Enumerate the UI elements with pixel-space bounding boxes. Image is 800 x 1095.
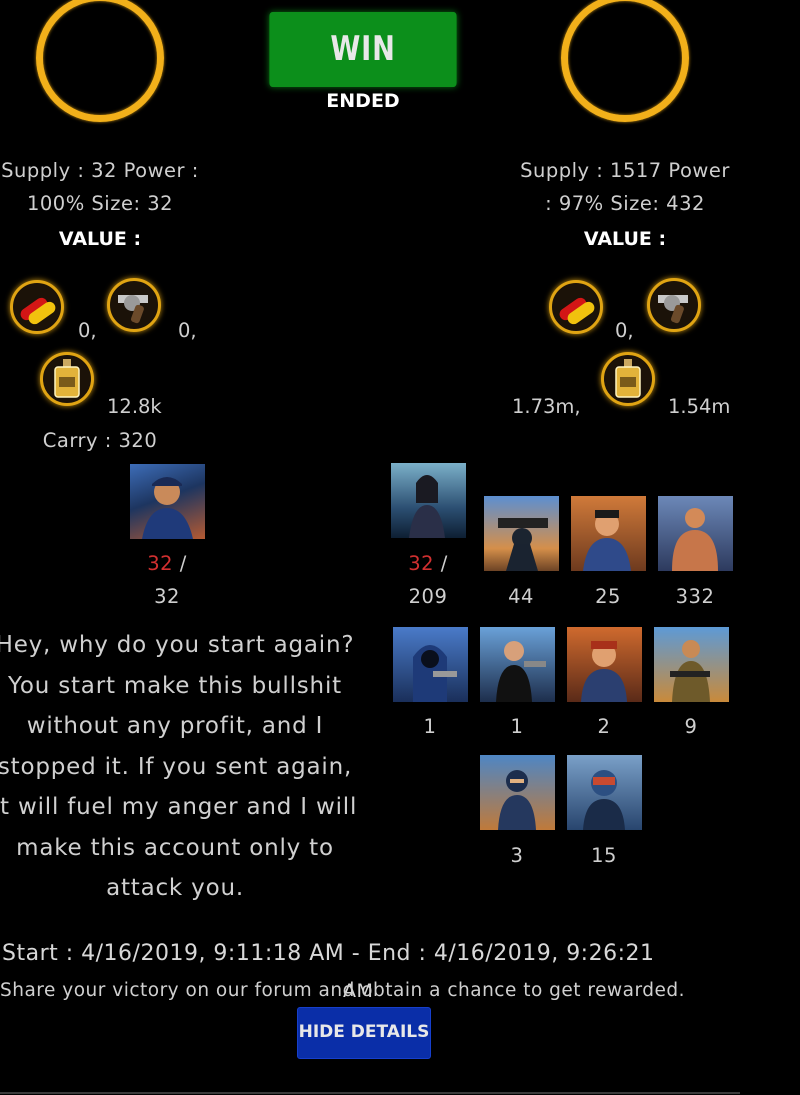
right-unit-phone (567, 627, 642, 702)
right-unit-soldier (654, 627, 729, 702)
right-drugs-value: 1.73m, (512, 395, 581, 418)
left-unit-thug (130, 464, 205, 539)
revolver-icon (647, 278, 701, 332)
win-status-button: WIN (269, 12, 457, 87)
right-unit-bruiser (658, 496, 733, 571)
left-weapons-value: 0, (178, 319, 197, 342)
battle-times: Start : 4/16/2019, 9:11:18 AM - End : 4/… (2, 941, 655, 966)
right-unit-hooded (393, 627, 468, 702)
left-unit-count: 32 / (112, 552, 222, 575)
revolver-icon (107, 278, 161, 332)
left-value-label: VALUE : (58, 228, 142, 250)
right-unit-total-10: 15 (591, 844, 617, 867)
right-unit-count-1: 32 / (373, 552, 483, 575)
right-unit-masked (567, 755, 642, 830)
right-avatar-frame (561, 0, 689, 122)
left-alcohol-value: 12.8k (107, 395, 162, 418)
left-carry: Carry : 320 (42, 429, 158, 452)
right-unit-ninja (480, 755, 555, 830)
left-unit-sep: / (173, 552, 187, 575)
right-unit-total-8: 9 (684, 715, 698, 738)
right-unit-gunner (484, 496, 559, 571)
pills-icon (549, 280, 603, 334)
left-unit-total: 32 (154, 585, 180, 608)
pills-icon (10, 280, 64, 334)
right-weapons-value: 0, (615, 319, 634, 342)
bottle-icon (601, 352, 655, 406)
battle-state: ENDED (326, 90, 400, 112)
battle-message: Hey, why do you start again? You start m… (0, 632, 358, 901)
left-unit-current: 32 (147, 552, 174, 575)
right-unit-woman (391, 463, 466, 538)
right-supply-line1: Supply : 1517 Power (520, 159, 730, 182)
right-supply-line2: : 97% Size: 432 (545, 192, 705, 215)
left-supply-line2: 100% Size: 32 (26, 192, 174, 215)
share-text: Share your victory on our forum and obta… (0, 980, 686, 1001)
right-unit-hitman (480, 627, 555, 702)
right-unit-fatguy (571, 496, 646, 571)
bottom-divider (0, 1092, 740, 1094)
right-value-label: VALUE : (583, 228, 667, 250)
right-unit-current: 32 (408, 552, 435, 575)
right-unit-total-4: 332 (675, 585, 715, 608)
left-drugs-value: 0, (78, 319, 97, 342)
hide-details-button[interactable]: HIDE DETAILS (297, 1007, 431, 1059)
left-supply-line1: Supply : 32 Power : (1, 159, 199, 182)
right-unit-sep: / (434, 552, 448, 575)
right-alcohol-value: 1.54m (668, 395, 731, 418)
left-avatar-frame (36, 0, 164, 122)
bottle-icon (40, 352, 94, 406)
